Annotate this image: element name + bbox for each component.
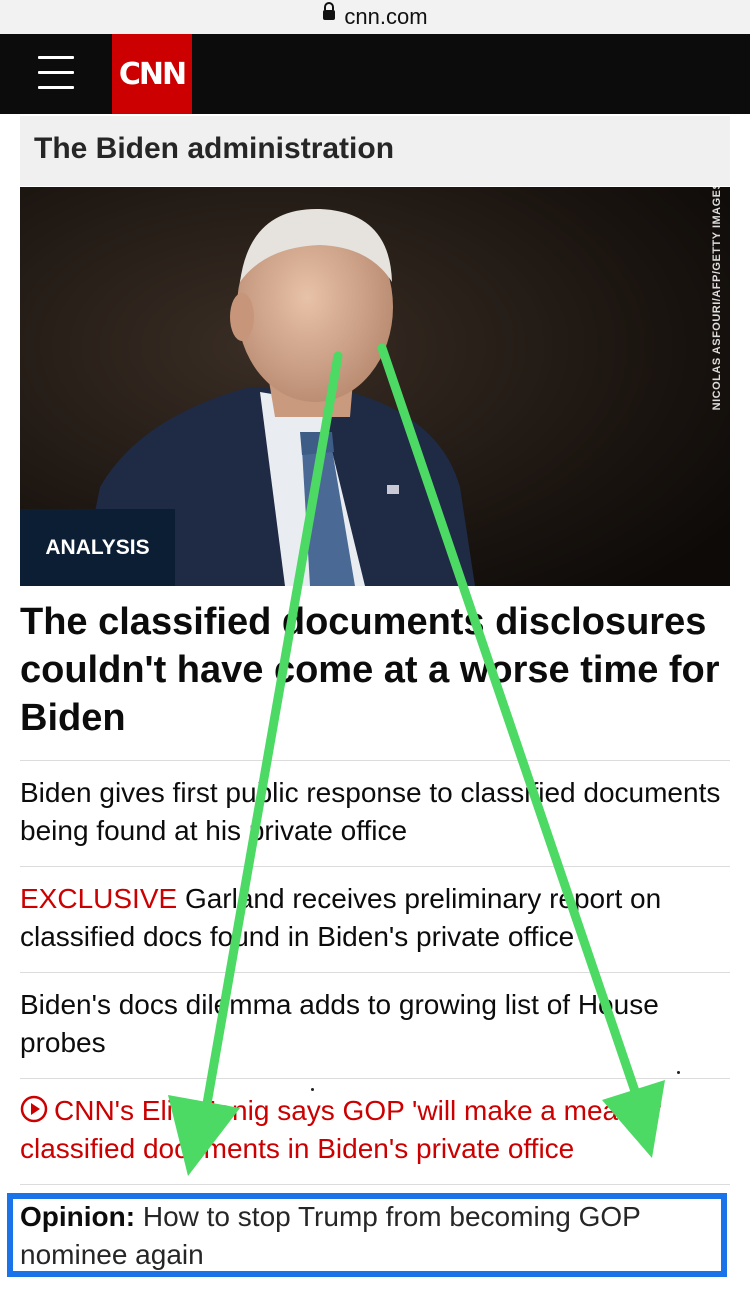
divider [20,1078,730,1079]
divider [20,760,730,761]
url-text: cnn.com [344,4,428,29]
photo-credit: NICOLAS ASFOURI/AFP/GETTY IMAGES [706,187,730,417]
site-header: CNN [0,34,750,114]
lock-icon [323,2,336,20]
analysis-badge: ANALYSIS [20,509,175,586]
stray-dot [677,1071,680,1074]
related-story-text: Biden gives first public response to cla… [20,777,721,846]
photo-credit-text: NICOLAS ASFOURI/AFP/GETTY IMAGES [711,187,723,411]
main-headline[interactable]: The classified documents disclosures cou… [20,598,730,742]
analysis-badge-text: ANALYSIS [45,535,150,559]
logo-text: CNN [118,56,187,92]
play-video-icon [20,1095,48,1123]
divider [20,866,730,867]
divider [20,972,730,973]
related-story-text: Biden's docs dilemma adds to growing lis… [20,989,659,1058]
related-story-text: CNN's Elie Honig says GOP 'will make a m… [20,1095,661,1164]
section-header[interactable]: The Biden administration [20,116,730,186]
stray-dot [311,1088,314,1091]
exclusive-label: EXCLUSIVE [20,883,178,914]
highlight-box [7,1193,727,1277]
browser-url-bar[interactable]: cnn.com [0,0,750,34]
related-story-3[interactable]: Biden's docs dilemma adds to growing lis… [20,986,730,1062]
related-story-1[interactable]: Biden gives first public response to cla… [20,774,730,850]
related-story-4-video[interactable]: CNN's Elie Honig says GOP 'will make a m… [20,1092,730,1168]
divider [20,1184,730,1185]
related-story-2[interactable]: EXCLUSIVE Garland receives preliminary r… [20,880,730,956]
section-title: The Biden administration [34,132,395,165]
cnn-logo[interactable]: CNN [112,34,192,114]
hamburger-menu-icon[interactable] [38,56,74,92]
